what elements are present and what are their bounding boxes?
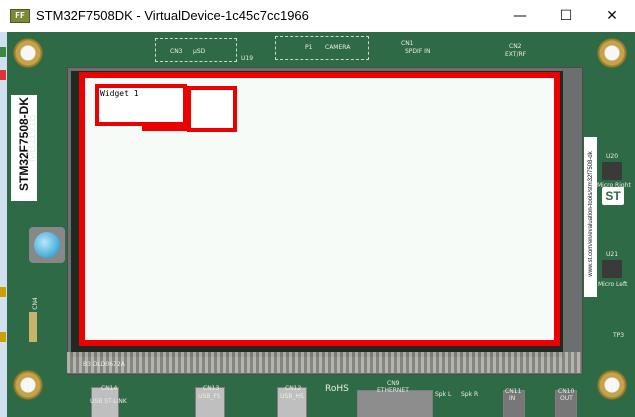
u21-label: U21 <box>606 251 619 258</box>
microphone-left <box>602 260 622 278</box>
minimize-button[interactable]: — <box>497 0 543 32</box>
display-screen[interactable]: Widget 1 <box>79 72 560 346</box>
pin-header <box>29 312 37 342</box>
url-sticker: www.st.com/en/evaluation-tools/stm32f750… <box>584 137 597 297</box>
mounting-hole <box>13 38 43 68</box>
widget-connector-bar <box>142 125 192 131</box>
mounting-hole <box>597 370 627 400</box>
camera-label: CAMERA <box>325 44 351 51</box>
usb-stlink-label: USB ST-LINK <box>90 398 127 405</box>
widget-1-label: Widget 1 <box>100 89 139 98</box>
cn13-label: CN13 <box>203 385 220 392</box>
spdif-label: SPDIF IN <box>405 48 431 55</box>
board-id-label: MB1191B <box>26 114 38 162</box>
user-button-cap <box>34 232 60 258</box>
cn14-label: CN14 <box>101 385 118 392</box>
tp3-label: TP3 <box>613 332 625 339</box>
usd-label: µSD <box>193 48 206 55</box>
maximize-button[interactable]: ☐ <box>543 0 589 32</box>
in-label: IN <box>509 395 516 402</box>
u20-label: U20 <box>606 153 619 160</box>
lcd-flex-cable <box>67 352 581 373</box>
window-titlebar[interactable]: FF STM32F7508DK - VirtualDevice-1c45c7cc… <box>0 0 635 32</box>
widget-2[interactable] <box>187 86 237 132</box>
ext-rf-label: EXT/RF <box>505 51 527 58</box>
spk-r-label: Spk R <box>461 391 479 398</box>
cn10-label: CN10 <box>558 388 575 395</box>
out-label: OUT <box>560 395 573 402</box>
mounting-hole <box>597 38 627 68</box>
cn2-label: CN2 <box>509 43 522 50</box>
app-icon: FF <box>10 9 30 23</box>
ethernet-label: ETHERNET <box>377 387 409 394</box>
window-title: STM32F7508DK - VirtualDevice-1c45c7cc196… <box>36 8 309 23</box>
user-button[interactable] <box>29 227 65 263</box>
close-button[interactable]: ✕ <box>589 0 635 32</box>
strip-block <box>0 287 6 297</box>
strip-block <box>0 70 6 80</box>
cn9-label: CN9 <box>387 380 400 387</box>
p1-label: P1 <box>305 44 313 51</box>
cn1-label: CN1 <box>401 40 414 47</box>
mounting-hole <box>13 370 43 400</box>
cn12-label: CN12 <box>285 385 302 392</box>
spk-l-label: Spk L <box>435 391 452 398</box>
micro-left-label: Micro Left <box>598 281 628 288</box>
url-text: www.st.com/en/evaluation-tools/stm32f750… <box>588 151 594 277</box>
cn11-label: CN11 <box>505 388 522 395</box>
camera-connector-outline <box>275 36 369 60</box>
u19-label: U19 <box>241 55 254 62</box>
st-logo: ST <box>602 187 624 205</box>
widget-1[interactable]: Widget 1 <box>95 84 187 126</box>
cn4-label: CN4 <box>31 297 39 310</box>
lcd-code-label: B3 DLD0672A <box>83 361 125 368</box>
usb-fs-label: USB_FS <box>198 393 221 400</box>
strip-block <box>0 332 6 342</box>
usb-hs-label: USB_HS <box>280 393 304 400</box>
ethernet-connector <box>357 390 433 417</box>
microphone-right <box>602 162 622 180</box>
strip-block <box>0 47 6 57</box>
cn3-label: CN3 <box>170 48 183 55</box>
rohs-label: RoHS <box>325 384 349 394</box>
